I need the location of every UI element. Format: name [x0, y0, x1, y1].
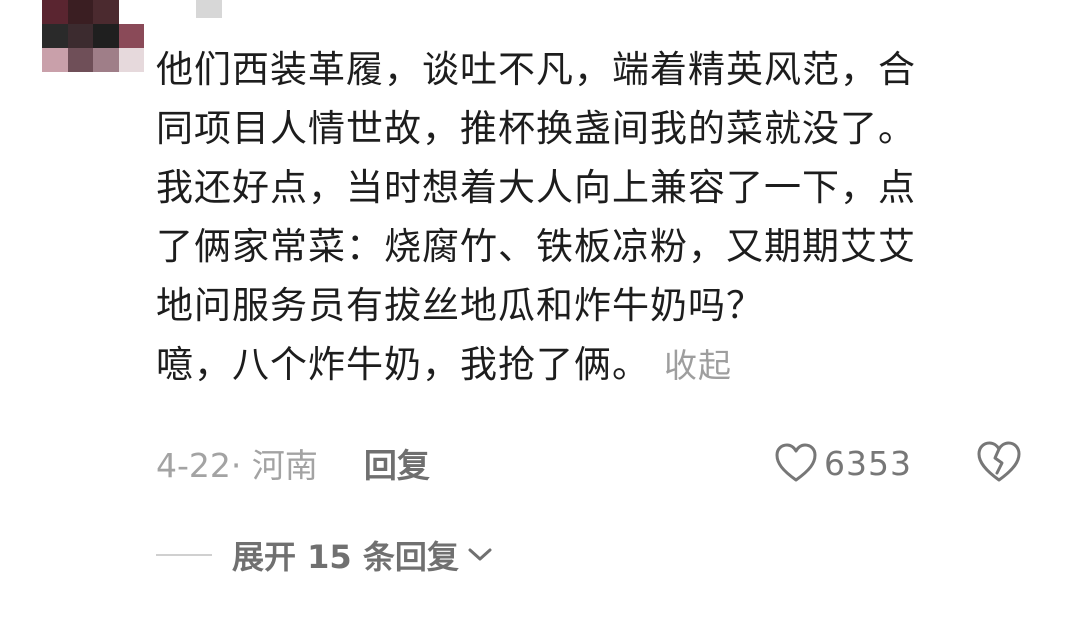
heart-outline-icon	[775, 443, 817, 482]
comment-meta: 4-22· 河南 回复	[156, 438, 430, 488]
broken-heart-icon[interactable]	[976, 440, 1022, 484]
like-button[interactable]: 6353	[774, 438, 912, 488]
chevron-down-icon	[468, 548, 492, 561]
date-location: 4-22· 河南	[156, 446, 318, 485]
divider-line	[156, 554, 212, 556]
expand-replies-label: 展开 15 条回复	[232, 538, 459, 576]
comment-line: 同项目人情世故，推杯换盏间我的菜就没了。	[156, 107, 916, 150]
username-placeholder	[196, 0, 222, 18]
collapse-link[interactable]: 收起	[664, 346, 732, 385]
comment-line: 噫，八个炸牛奶，我抢了俩。	[156, 343, 650, 386]
comment-line: 了俩家常菜：烧腐竹、铁板凉粉，又期期艾艾	[156, 225, 916, 268]
avatar[interactable]	[42, 0, 144, 72]
comment-line: 地问服务员有拔丝地瓜和炸牛奶吗？	[156, 284, 764, 327]
comment-line: 他们西装革履，谈吐不凡，端着精英风范，合	[156, 48, 916, 91]
comment-text: 他们西装革履，谈吐不凡，端着精英风范，合 同项目人情世故，推杯换盏间我的菜就没了…	[156, 40, 1016, 395]
comment-line-last: 噫，八个炸牛奶，我抢了俩。 收起	[156, 335, 1016, 395]
like-count: 6353	[824, 443, 912, 483]
reply-button[interactable]: 回复	[364, 439, 430, 487]
comment-line: 我还好点，当时想着大人向上兼容了一下，点	[156, 166, 916, 209]
expand-replies-button[interactable]: 展开 15 条回复	[156, 530, 495, 580]
